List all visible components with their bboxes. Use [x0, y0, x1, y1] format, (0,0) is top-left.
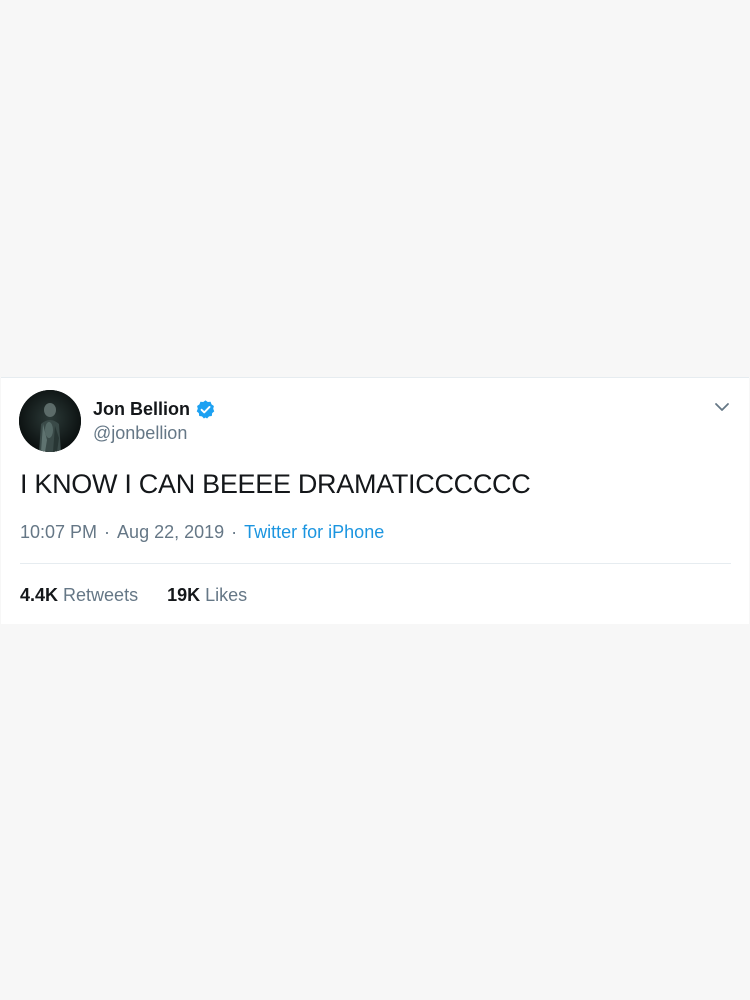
separator-dot: · — [231, 522, 238, 542]
author-row: Jon Bellion — [93, 398, 216, 420]
tweet-metadata: 10:07 PM · Aug 22, 2019 · Twitter for iPhone — [20, 521, 384, 543]
retweets-count: 4.4K — [20, 585, 59, 605]
tweet-time[interactable]: 10:07 PM — [20, 521, 97, 543]
separator-dot: · — [104, 522, 111, 542]
avatar[interactable] — [19, 390, 81, 452]
tweet-source-link[interactable]: Twitter for iPhone — [244, 521, 384, 543]
chevron-down-icon[interactable] — [711, 396, 733, 418]
author-handle[interactable]: @jonbellion — [93, 422, 187, 444]
avatar-image — [19, 390, 81, 452]
author-name[interactable]: Jon Bellion — [93, 398, 190, 420]
retweets-label: Retweets — [63, 585, 139, 605]
divider — [20, 563, 731, 564]
tweet-text: I KNOW I CAN BEEEE DRAMATICCCCCC — [20, 469, 531, 499]
tweet-stats: 4.4K Retweets 19K Likes — [20, 584, 271, 606]
retweets-stat[interactable]: 4.4K Retweets — [20, 584, 138, 606]
likes-stat[interactable]: 19K Likes — [167, 584, 247, 606]
likes-count: 19K — [167, 585, 201, 605]
tweet-card: Jon Bellion @jonbellion I KNOW I CAN BEE… — [1, 377, 749, 624]
likes-label: Likes — [205, 585, 248, 605]
verified-badge-icon — [195, 399, 216, 420]
tweet-date[interactable]: Aug 22, 2019 — [117, 521, 224, 543]
